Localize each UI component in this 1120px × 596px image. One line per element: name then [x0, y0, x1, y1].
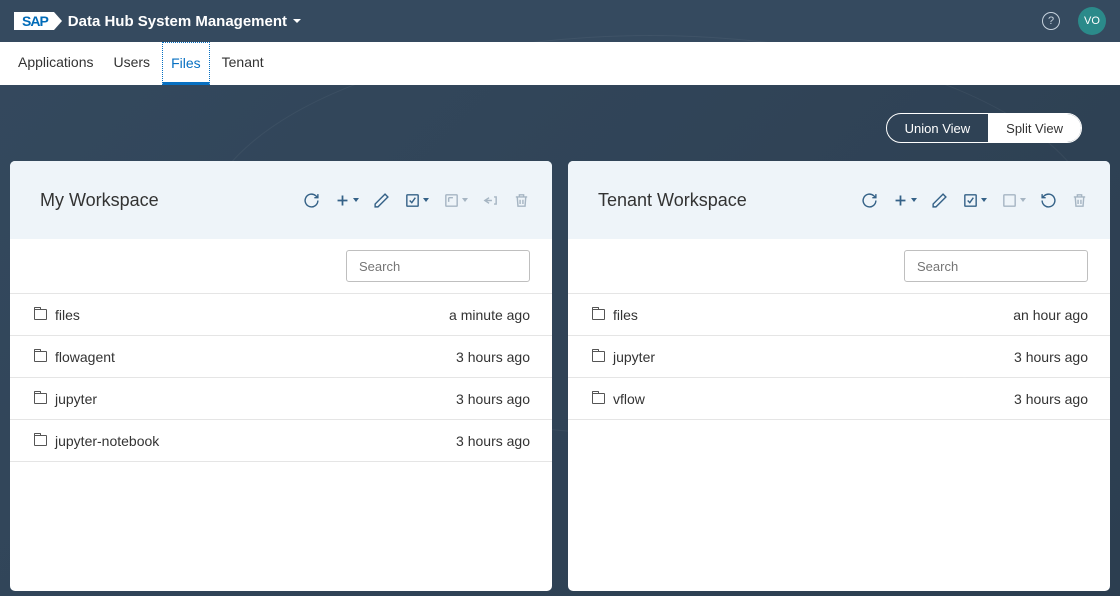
tenant-workspace-panel: Tenant Workspace — [568, 161, 1110, 591]
table-row[interactable]: flowagent 3 hours ago — [10, 336, 552, 378]
file-time: 3 hours ago — [456, 391, 530, 407]
chevron-down-icon — [1020, 198, 1026, 202]
search-row — [568, 239, 1110, 294]
toolbar — [861, 192, 1088, 209]
export-icon — [1001, 192, 1026, 209]
tab-tenant[interactable]: Tenant — [214, 42, 272, 85]
folder-icon — [34, 435, 47, 446]
folder-icon — [34, 309, 47, 320]
my-workspace-panel: My Workspace — [10, 161, 552, 591]
table-row[interactable]: jupyter-notebook 3 hours ago — [10, 420, 552, 462]
chevron-down-icon — [981, 198, 987, 202]
file-list: filesa minute agoflowagent3 hours agojup… — [10, 294, 552, 462]
file-name: jupyter-notebook — [55, 433, 159, 449]
import-icon[interactable] — [962, 192, 987, 209]
folder-icon — [34, 393, 47, 404]
revert-icon[interactable] — [1040, 192, 1057, 209]
export-icon — [443, 192, 468, 209]
search-box — [346, 250, 530, 282]
panel-header: My Workspace — [10, 161, 552, 239]
file-list: files an hour ago jupyter 3 hours ago vflow 3… — [568, 294, 1110, 420]
tabbar: Applications Users Files Tenant — [0, 42, 1120, 85]
view-toggle: Union View Split View — [886, 113, 1082, 143]
sap-logo: SAP — [14, 12, 54, 30]
folder-icon — [592, 309, 605, 320]
search-row — [10, 239, 552, 294]
tab-applications[interactable]: Applications — [10, 42, 102, 85]
help-icon[interactable]: ? — [1042, 12, 1060, 30]
file-name: flowagent — [55, 349, 115, 365]
file-name: jupyter — [55, 391, 97, 407]
file-time: 3 hours ago — [1014, 391, 1088, 407]
file-name: files — [613, 307, 638, 323]
union-view-button[interactable]: Union View — [887, 114, 989, 142]
tab-files[interactable]: Files — [162, 42, 210, 85]
panel-title: My Workspace — [40, 190, 159, 211]
file-time: a minute ago — [449, 307, 530, 323]
import-icon[interactable] — [404, 192, 429, 209]
file-time: 3 hours ago — [456, 433, 530, 449]
search-input[interactable] — [917, 259, 1093, 274]
file-name: vflow — [613, 391, 645, 407]
toolbar — [303, 192, 530, 209]
delete-icon — [1071, 192, 1088, 209]
folder-icon — [592, 351, 605, 362]
chevron-down-icon — [353, 198, 359, 202]
tab-users[interactable]: Users — [106, 42, 159, 85]
content: Union View Split View My Workspace — [0, 85, 1120, 596]
edit-icon[interactable] — [373, 192, 390, 209]
folder-icon — [592, 393, 605, 404]
folder-icon — [34, 351, 47, 362]
delete-icon — [513, 192, 530, 209]
app-title-dropdown[interactable]: Data Hub System Management — [68, 13, 301, 30]
split-view-button[interactable]: Split View — [988, 114, 1081, 142]
refresh-icon[interactable] — [861, 192, 878, 209]
table-row[interactable]: files a minute ago — [10, 294, 552, 336]
file-name: files — [55, 307, 80, 323]
table-row[interactable]: jupyter 3 hours ago — [568, 336, 1110, 378]
panel-header: Tenant Workspace — [568, 161, 1110, 239]
share-icon — [482, 192, 499, 209]
topbar: SAP Data Hub System Management ? VO — [0, 0, 1120, 42]
search-box — [904, 250, 1088, 282]
table-row[interactable]: jupyter 3 hours ago — [10, 378, 552, 420]
avatar[interactable]: VO — [1078, 7, 1106, 35]
refresh-icon[interactable] — [303, 192, 320, 209]
file-name: jupyter — [613, 349, 655, 365]
file-time: 3 hours ago — [456, 349, 530, 365]
chevron-down-icon — [423, 198, 429, 202]
file-time: 3 hours ago — [1014, 349, 1088, 365]
chevron-down-icon — [293, 19, 301, 23]
chevron-down-icon — [911, 198, 917, 202]
chevron-down-icon — [462, 198, 468, 202]
edit-icon[interactable] — [931, 192, 948, 209]
table-row[interactable]: vflow 3 hours ago — [568, 378, 1110, 420]
search-input[interactable] — [359, 259, 535, 274]
file-time: an hour ago — [1013, 307, 1088, 323]
panel-title: Tenant Workspace — [598, 190, 747, 211]
add-icon[interactable] — [892, 192, 917, 209]
app-title-label: Data Hub System Management — [68, 13, 287, 30]
add-icon[interactable] — [334, 192, 359, 209]
table-row[interactable]: files an hour ago — [568, 294, 1110, 336]
